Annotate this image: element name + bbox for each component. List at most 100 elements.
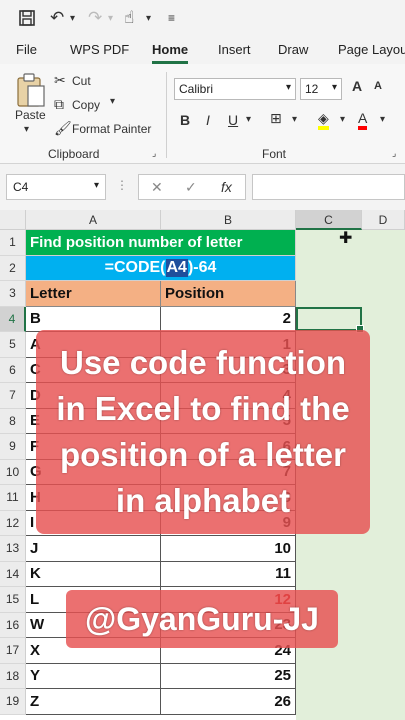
letter-cell[interactable]: Y bbox=[26, 663, 161, 689]
font-color-dropdown-icon[interactable]: ▾ bbox=[380, 114, 385, 125]
grow-font-icon[interactable]: A bbox=[352, 78, 362, 94]
underline-button[interactable]: U bbox=[228, 112, 238, 128]
paste-button[interactable] bbox=[14, 72, 46, 113]
header-position-cell[interactable]: Position bbox=[161, 281, 296, 307]
paste-icon bbox=[17, 73, 45, 107]
letter-cell[interactable]: J bbox=[26, 536, 161, 562]
borders-icon[interactable]: ⊞ bbox=[270, 110, 282, 127]
formula-input[interactable] bbox=[252, 174, 405, 200]
row-header-10[interactable]: 10 bbox=[0, 459, 26, 485]
fill-color-icon[interactable]: ◈ bbox=[318, 110, 329, 130]
column-header-b[interactable]: B bbox=[161, 210, 296, 230]
selected-cell-c4[interactable] bbox=[296, 306, 364, 333]
position-cell[interactable]: 2 bbox=[161, 306, 296, 332]
row-header-7[interactable]: 7 bbox=[0, 383, 26, 409]
row-header-14[interactable]: 14 bbox=[0, 561, 26, 587]
cancel-icon[interactable]: ✕ bbox=[151, 179, 163, 196]
position-cell[interactable]: 25 bbox=[161, 663, 296, 689]
touch-mode-icon[interactable]: ☝ bbox=[124, 6, 134, 30]
formula-bar: C4 ▾ ⋮ ✕ ✓ fx bbox=[0, 164, 405, 210]
font-color-icon[interactable]: A bbox=[358, 110, 368, 130]
handle-text: @GyanGuru-JJ bbox=[85, 600, 319, 637]
row-header-13[interactable]: 13 bbox=[0, 536, 26, 562]
header-letter-cell[interactable]: Letter bbox=[26, 281, 161, 307]
caption-overlay: Use code function in Excel to find the p… bbox=[36, 330, 370, 534]
cut-label[interactable]: Cut bbox=[72, 74, 91, 88]
font-size-select[interactable]: 12 ▾ bbox=[300, 78, 342, 100]
letter-cell[interactable]: K bbox=[26, 561, 161, 587]
copy-label[interactable]: Copy bbox=[72, 98, 100, 112]
underline-dropdown-icon[interactable]: ▾ bbox=[246, 114, 251, 125]
tab-draw[interactable]: Draw bbox=[278, 42, 308, 57]
formula-prefix: =CODE( bbox=[104, 258, 166, 276]
row-header-8[interactable]: 8 bbox=[0, 408, 26, 434]
paste-dropdown-icon[interactable]: ▾ bbox=[24, 124, 29, 135]
formula-reference: A4 bbox=[165, 258, 188, 277]
title-cell[interactable]: Find position number of letter bbox=[26, 230, 296, 256]
position-cell[interactable]: 26 bbox=[161, 689, 296, 715]
copy-dropdown-icon[interactable]: ▾ bbox=[110, 96, 115, 107]
row-header-19[interactable]: 19 bbox=[0, 689, 26, 715]
undo-icon[interactable]: ↶ bbox=[50, 6, 64, 30]
row-header-1[interactable]: 1 bbox=[0, 230, 26, 256]
row-header-17[interactable]: 17 bbox=[0, 638, 26, 664]
borders-dropdown-icon[interactable]: ▾ bbox=[292, 114, 297, 125]
font-name-select[interactable]: Calibri ▾ bbox=[174, 78, 296, 100]
clipboard-launcher-icon[interactable]: ⌟ bbox=[152, 148, 156, 159]
cut-icon[interactable]: ✂ bbox=[54, 72, 66, 89]
row-header-15[interactable]: 15 bbox=[0, 587, 26, 613]
column-header-a[interactable]: A bbox=[26, 210, 161, 230]
insert-function-icon[interactable]: fx bbox=[221, 179, 232, 195]
redo-dropdown-icon[interactable]: ▾ bbox=[108, 6, 113, 30]
font-name-value: Calibri bbox=[179, 82, 214, 96]
position-cell[interactable]: 11 bbox=[161, 561, 296, 587]
chevron-down-icon: ▾ bbox=[331, 82, 337, 93]
group-separator bbox=[166, 72, 167, 158]
tab-page-layout[interactable]: Page Layou bbox=[338, 42, 405, 57]
row-header-9[interactable]: 9 bbox=[0, 434, 26, 460]
row-header-4[interactable]: 4 bbox=[0, 306, 26, 332]
enter-icon[interactable]: ✓ bbox=[185, 179, 197, 196]
row-header-2[interactable]: 2 bbox=[0, 255, 26, 281]
ribbon-tabs: File WPS PDF Home Insert Draw Page Layou bbox=[0, 36, 405, 64]
more-icon: ⋮ bbox=[116, 178, 128, 192]
format-painter-icon[interactable]: 🖌 bbox=[54, 120, 72, 137]
row-header-18[interactable]: 18 bbox=[0, 663, 26, 689]
letter-cell[interactable]: B bbox=[26, 306, 161, 332]
fill-color-dropdown-icon[interactable]: ▾ bbox=[340, 114, 345, 125]
column-header-c[interactable]: C bbox=[296, 210, 362, 230]
position-cell[interactable]: 10 bbox=[161, 536, 296, 562]
caption-text: Use code function in Excel to find the p… bbox=[56, 344, 350, 519]
row-header-11[interactable]: 11 bbox=[0, 485, 26, 511]
row-header-5[interactable]: 5 bbox=[0, 332, 26, 358]
ribbon-home: Paste ▾ ✂ Cut ⧉ Copy ▾ 🖌 Format Painter … bbox=[0, 64, 405, 164]
select-all-corner[interactable] bbox=[0, 210, 26, 230]
shrink-font-icon[interactable]: A bbox=[374, 80, 382, 92]
tab-insert[interactable]: Insert bbox=[218, 42, 251, 57]
tab-file[interactable]: File bbox=[16, 42, 37, 57]
column-header-d[interactable]: D bbox=[362, 210, 405, 230]
redo-icon[interactable]: ↷ bbox=[88, 6, 102, 30]
row-header-12[interactable]: 12 bbox=[0, 510, 26, 536]
font-group-label: Font bbox=[262, 147, 287, 161]
cell-cursor-icon: ✚ bbox=[339, 230, 353, 247]
row-header-16[interactable]: 16 bbox=[0, 612, 26, 638]
copy-icon[interactable]: ⧉ bbox=[54, 96, 64, 113]
customize-icon[interactable]: ≡ bbox=[168, 6, 175, 30]
handle-overlay: @GyanGuru-JJ bbox=[66, 590, 338, 648]
touch-dropdown-icon[interactable]: ▾ bbox=[146, 6, 151, 30]
font-launcher-icon[interactable]: ⌟ bbox=[392, 148, 396, 159]
format-painter-label[interactable]: Format Painter bbox=[72, 122, 151, 136]
save-icon[interactable] bbox=[18, 6, 36, 30]
formula-cell[interactable]: =CODE(A4)-64 bbox=[26, 255, 296, 281]
letter-cell[interactable]: Z bbox=[26, 689, 161, 715]
undo-dropdown-icon[interactable]: ▾ bbox=[70, 6, 75, 30]
bold-button[interactable]: B bbox=[180, 112, 190, 128]
paste-label: Paste bbox=[15, 108, 46, 122]
tab-wps-pdf[interactable]: WPS PDF bbox=[70, 42, 129, 57]
name-box[interactable]: C4 ▾ bbox=[6, 174, 106, 200]
italic-button[interactable]: I bbox=[206, 112, 210, 128]
row-header-3[interactable]: 3 bbox=[0, 281, 26, 307]
tab-home[interactable]: Home bbox=[152, 42, 188, 57]
row-header-6[interactable]: 6 bbox=[0, 357, 26, 383]
